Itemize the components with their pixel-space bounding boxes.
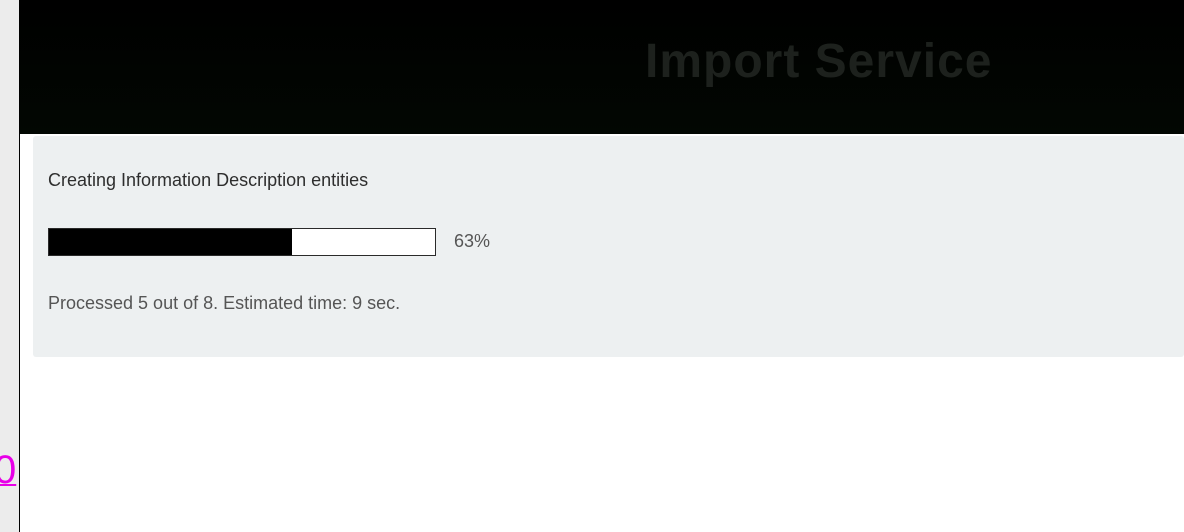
progress-percent-label: 63% [454, 231, 491, 251]
app-header: Import Service [20, 0, 1184, 134]
progress-bar-fill [49, 229, 293, 255]
gutter-link[interactable]: 0 [0, 446, 16, 494]
progress-bar [48, 228, 436, 256]
status-text: Processed 5 out of 8. Estimated time: 9 … [48, 293, 401, 313]
page-title: Import Service [645, 35, 993, 88]
task-label: Creating Information Description entitie… [48, 170, 369, 190]
import-progress-panel: Creating Information Description entitie… [33, 136, 1184, 357]
left-gutter: 0 [0, 0, 19, 532]
